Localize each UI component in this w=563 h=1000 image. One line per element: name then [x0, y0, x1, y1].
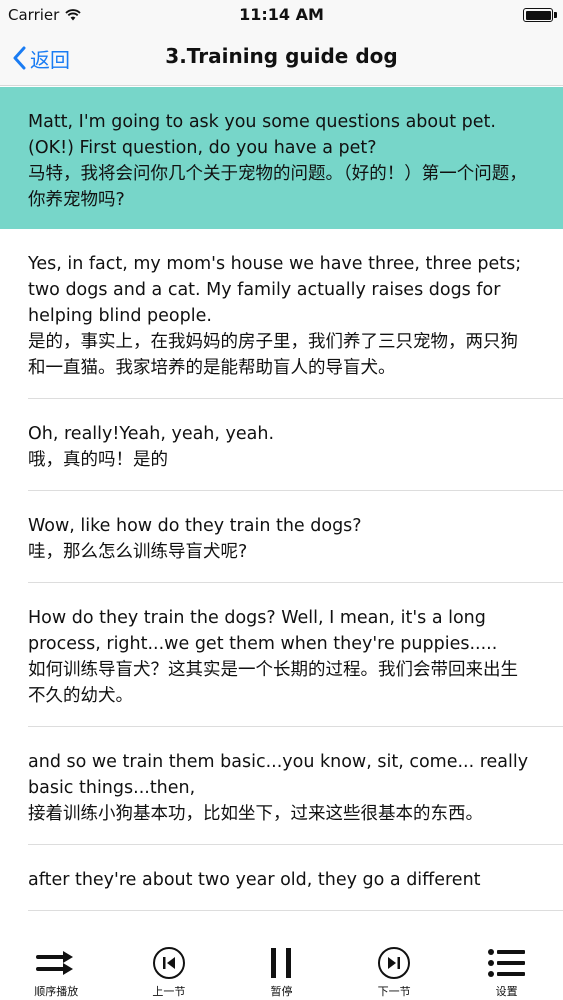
previous-icon [152, 945, 186, 981]
transcript-english: and so we train them basic...you know, s… [28, 752, 529, 798]
next-button[interactable]: 下一节 [349, 940, 439, 999]
pause-label: 暂停 [270, 985, 293, 998]
next-label: 下一节 [377, 985, 411, 998]
previous-button[interactable]: 上一节 [124, 940, 214, 999]
battery-tip [554, 12, 557, 18]
settings-list-icon [487, 945, 527, 981]
next-icon [377, 945, 411, 981]
shuffle-icon [35, 945, 77, 981]
transcript-item[interactable]: Oh, really!Yeah, yeah, yeah. 哦，真的吗！是的 [0, 399, 563, 491]
transcript-item[interactable]: How do they train the dogs? Well, I mean… [0, 583, 563, 727]
settings-button[interactable]: 设置 [462, 940, 552, 999]
transcript-english: Wow, like how do they train the dogs? [28, 516, 362, 536]
transcript-english: How do they train the dogs? Well, I mean… [28, 608, 498, 654]
previous-label: 上一节 [152, 985, 186, 998]
pause-button[interactable]: 暂停 [236, 940, 326, 999]
transcript-english: Oh, really!Yeah, yeah, yeah. [28, 424, 275, 444]
status-bar: Carrier 11:14 AM [0, 0, 563, 30]
battery-level [525, 10, 551, 20]
transcript-english: after they're about two year old, they g… [28, 870, 481, 890]
transcript-chinese: 马特，我将会问你几个关于宠物的问题。（好的！）第一个问题，你养宠物吗? [28, 164, 527, 210]
transcript-chinese: 是的，事实上，在我妈妈的房子里，我们养了三只宠物，两只狗和一直猫。我家培养的是能… [28, 332, 518, 378]
transcript-item[interactable]: after they're about two year old, they g… [0, 845, 563, 911]
shuffle-mode-label: 顺序播放 [34, 985, 79, 998]
transcript-english: Yes, in fact, my mom's house we have thr… [28, 254, 522, 326]
transcript-item-active[interactable]: Matt, I'm going to ask you some question… [0, 87, 563, 229]
transcript-chinese: 哦，真的吗！是的 [28, 450, 168, 470]
player-toolbar: 顺序播放 上一节 暂停 下一节 设置 [0, 940, 563, 1000]
shuffle-mode-button[interactable]: 顺序播放 [11, 940, 101, 999]
pause-icon [266, 945, 296, 981]
transcript-item[interactable]: Yes, in fact, my mom's house we have thr… [0, 229, 563, 399]
page-title: 3.Training guide dog [165, 44, 398, 68]
transcript-list[interactable]: Matt, I'm going to ask you some question… [0, 87, 563, 940]
transcript-chinese: 接着训练小狗基本功，比如坐下，过来这些很基本的东西。 [28, 804, 483, 824]
transcript-chinese: 哇，那么怎么训练导盲犬呢? [28, 542, 248, 562]
status-time: 11:14 AM [239, 5, 324, 24]
navigation-bar: 返回 3.Training guide dog [0, 30, 563, 86]
transcript-item[interactable]: Wow, like how do they train the dogs? 哇，… [0, 491, 563, 583]
transcript-item[interactable]: and so we train them basic...you know, s… [0, 727, 563, 845]
settings-label: 设置 [495, 985, 518, 998]
battery-icon [523, 8, 553, 22]
transcript-english: Matt, I'm going to ask you some question… [28, 112, 496, 158]
transcript-chinese: 如何训练导盲犬？这其实是一个长期的过程。我们会带回来出生不久的幼犬。 [28, 660, 518, 706]
